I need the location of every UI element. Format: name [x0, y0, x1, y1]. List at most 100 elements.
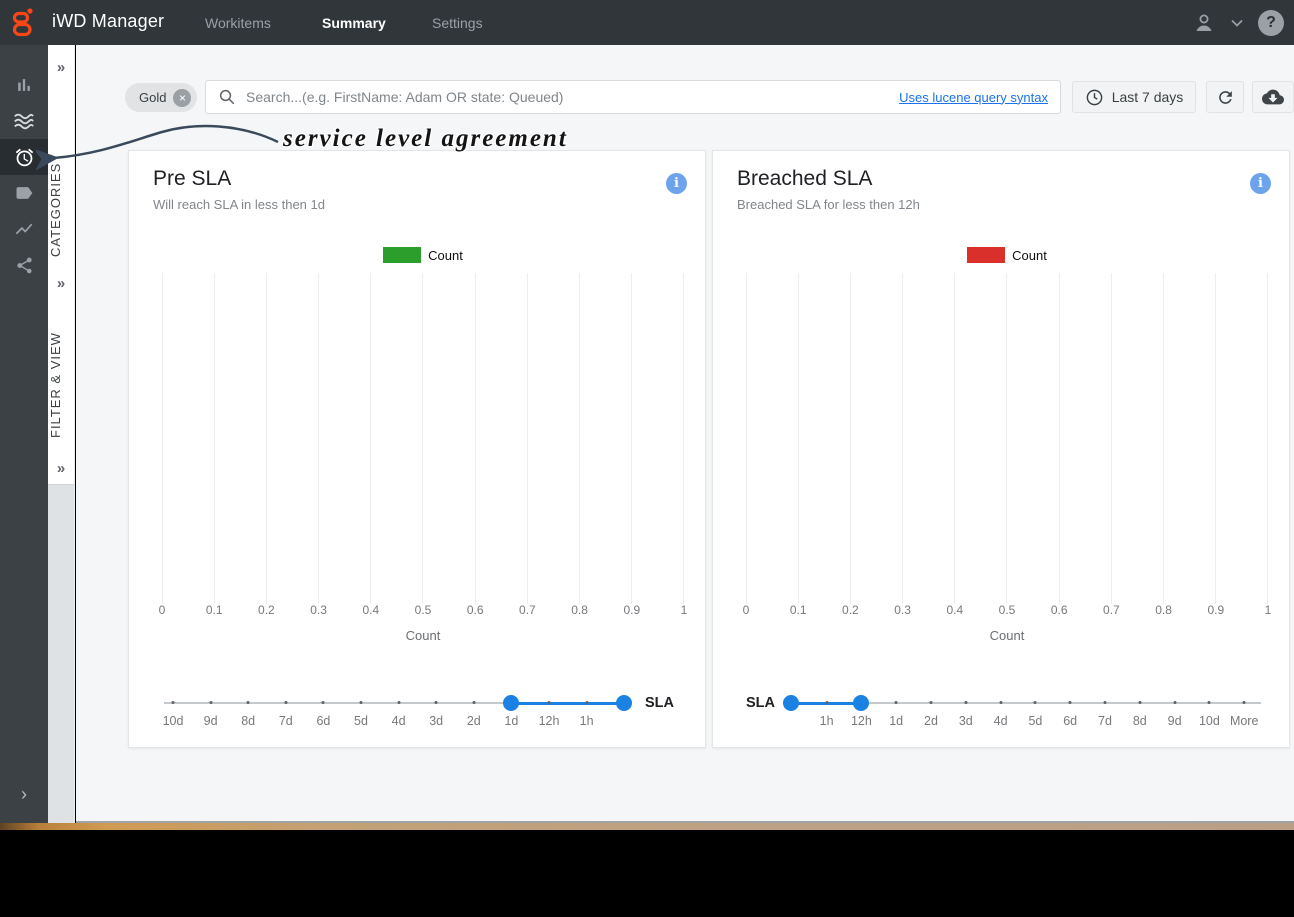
x-tick-label: 0.1	[205, 603, 223, 617]
x-tick-label: 0.4	[946, 603, 964, 617]
slider-tick-dot	[472, 701, 476, 704]
slider-tick-dot	[246, 701, 250, 704]
x-tick-label: 0	[742, 603, 750, 617]
refresh-icon	[1218, 90, 1232, 104]
slider-tick-dot	[547, 701, 551, 704]
x-tick-label: 0.5	[998, 603, 1016, 617]
slider-tick-dot	[434, 701, 438, 704]
tab-settings[interactable]: Settings	[432, 15, 483, 31]
x-tick-label: 0.3	[894, 603, 911, 617]
x-tick-label: 0.7	[519, 603, 536, 617]
alarm-clock-icon	[15, 148, 33, 166]
slider-tick-label: 1h	[819, 714, 834, 728]
slider-tick-dot	[1242, 701, 1246, 704]
info-icon[interactable]: i	[1250, 173, 1271, 194]
filter-collapse-chevron-icon[interactable]: »	[48, 275, 74, 292]
card-title: Breached SLA	[737, 167, 873, 190]
slider-tick-dot	[964, 701, 968, 704]
slider-tick-dot	[929, 701, 933, 704]
rail-expand-chevron-icon[interactable]: ›	[0, 784, 48, 805]
card-subtitle: Will reach SLA in less then 1d	[153, 197, 325, 212]
x-tick-label: 0.9	[1207, 603, 1225, 617]
x-tick-label: 0.4	[362, 603, 380, 617]
bottom-edge-strip	[0, 823, 1294, 830]
slider-handle-right[interactable]	[853, 695, 869, 711]
slider-tick-label: 2d	[924, 714, 938, 728]
x-axis-label: Count	[989, 628, 1025, 643]
slider-tick-label: 5d	[354, 714, 368, 728]
tab-workitems[interactable]: Workitems	[205, 15, 271, 31]
slider-tick-label: 3d	[429, 714, 444, 728]
categories-collapse-chevron-icon[interactable]: »	[48, 59, 74, 76]
slider-tick-dot	[1033, 701, 1037, 704]
slider-tick-label: 10d	[162, 714, 184, 728]
slider-tick-dot	[1207, 701, 1211, 704]
filter-chip-label: Gold	[139, 90, 167, 105]
slider-tick-dot	[321, 701, 325, 704]
sla-range-slider: SLA 1h 12h 1d 2d 3d 4d 5d 6d 7d 8d 9d 10d More	[713, 687, 1291, 743]
x-tick-label: 0.6	[1050, 603, 1068, 617]
annotation-arrow-icon	[36, 124, 279, 171]
slider-handle-left[interactable]	[503, 695, 519, 711]
lucene-syntax-link[interactable]: Uses lucene query syntax	[899, 90, 1048, 105]
sidebar-item-share[interactable]	[0, 247, 48, 283]
sidebar-item-trend[interactable]	[0, 211, 48, 247]
x-tick-label: 0	[158, 603, 166, 617]
slider-handle-right[interactable]	[616, 695, 632, 711]
slider-tick-label: 9d	[1167, 714, 1182, 728]
slider-tick-label: More	[1229, 714, 1259, 728]
legend-swatch	[967, 247, 1006, 263]
cloud-download-icon	[1262, 89, 1284, 105]
chart-legend: Count	[162, 247, 684, 263]
time-range-label: Last 7 days	[1111, 89, 1184, 105]
slider-tick-label: 10d	[1198, 714, 1220, 728]
slider-selected-range[interactable]	[511, 701, 624, 705]
slider-tick-label: 1d	[504, 714, 519, 728]
sidebar-item-bar-chart[interactable]	[0, 67, 48, 103]
chart-plot-area	[746, 273, 1268, 604]
x-tick-label: 0.5	[414, 603, 432, 617]
search-input[interactable]	[246, 89, 888, 105]
sidebar-item-tag[interactable]	[0, 175, 48, 211]
chart-legend: Count	[746, 247, 1268, 263]
card-subtitle: Breached SLA for less then 12h	[737, 197, 920, 212]
sla-range-slider: 10d 9d 8d 7d 6d 5d 4d 3d 2d 1d 12h 1h SLA	[129, 687, 707, 743]
slider-tick-dot	[397, 701, 401, 704]
slider-tick-label: 7d	[278, 714, 293, 728]
slider-tick-label: 8d	[241, 714, 256, 728]
slider-tick-dot	[359, 701, 363, 704]
slider-tick-label: 12h	[850, 714, 872, 728]
filter-chip-gold[interactable]: Gold ×	[125, 83, 198, 112]
x-tick-label: 1	[1264, 603, 1272, 617]
slider-handle-left[interactable]	[783, 695, 799, 711]
bottom-collapse-chevron-icon[interactable]: »	[48, 460, 74, 477]
side-panel-tab-filter-view[interactable]: FILTER & VIEW	[48, 320, 74, 450]
slider-tick-label: 6d	[1063, 714, 1078, 728]
tab-summary[interactable]: Summary	[322, 15, 386, 31]
tag-icon	[16, 187, 33, 199]
x-tick-label: 1	[680, 603, 688, 617]
slider-tick-dot	[1103, 701, 1107, 704]
info-icon[interactable]: i	[666, 173, 687, 194]
slider-tick-label: 3d	[958, 714, 973, 728]
chip-remove-icon[interactable]: ×	[173, 88, 192, 107]
time-range-button[interactable]: Last 7 days	[1072, 81, 1196, 113]
chart-plot-area	[162, 273, 684, 604]
slider-side-label: SLA	[645, 695, 674, 711]
slider-tick-label: 8d	[1132, 714, 1147, 728]
x-axis-label: Count	[405, 628, 441, 643]
trend-line-icon	[15, 223, 33, 235]
x-tick-label: 0.1	[789, 603, 807, 617]
x-tick-label: 0.6	[466, 603, 484, 617]
x-tick-label: 0.2	[258, 603, 275, 617]
user-profile-icon[interactable]	[1192, 11, 1216, 35]
x-tick-label: 0.8	[571, 603, 588, 617]
x-tick-label: 0.9	[623, 603, 641, 617]
top-nav-bar: iWD Manager Workitems Summary Settings ?	[0, 0, 1294, 45]
user-menu-chevron-icon[interactable]	[1230, 18, 1244, 28]
brand-logo-icon	[12, 8, 33, 37]
export-button[interactable]	[1252, 81, 1294, 113]
x-tick-label: 0.8	[1155, 603, 1172, 617]
refresh-button[interactable]	[1206, 81, 1244, 113]
help-icon[interactable]: ?	[1258, 9, 1284, 36]
